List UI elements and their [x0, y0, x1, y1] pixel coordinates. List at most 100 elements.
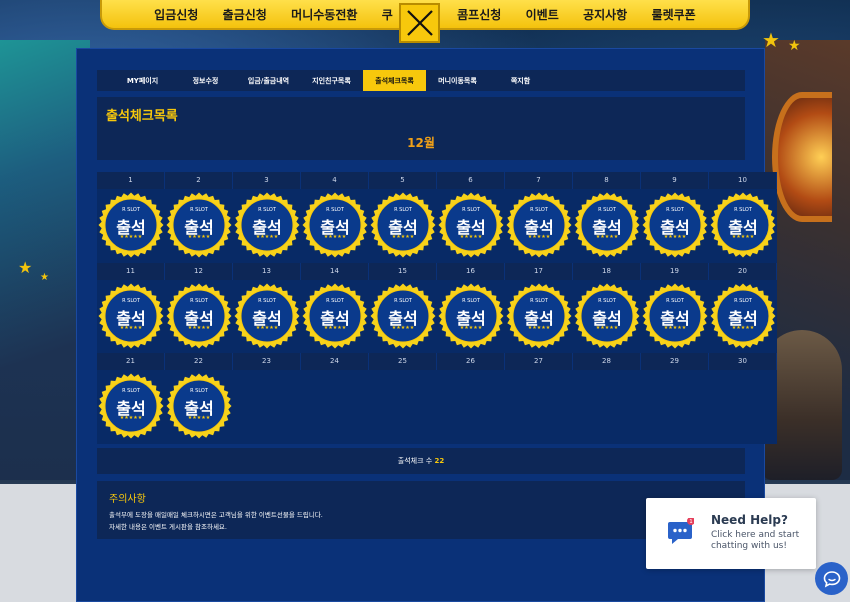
attendance-count-value: 22 [434, 457, 445, 465]
attendance-stamp: R SLOT 출석 ★★★★★ [506, 283, 572, 349]
nav-money-transfer[interactable]: 머니수동전환 [291, 6, 357, 23]
tab-money-move[interactable]: 머니이동목록 [426, 70, 489, 91]
attendance-stamp: R SLOT 출석 ★★★★★ [506, 192, 572, 258]
roulette-wheel-decoration [772, 92, 832, 222]
title-box: 출석체크목록 12월 [97, 97, 745, 160]
calendar-day: 30 [709, 353, 777, 444]
nav-coupon[interactable]: 쿠 [382, 6, 393, 23]
attendance-stamp: R SLOT 출석 ★★★★★ [166, 283, 232, 349]
calendar-day: 23 [233, 353, 301, 444]
calendar-day-number: 24 [301, 353, 369, 370]
stamp-stars: ★★★★★ [391, 324, 415, 331]
star-icon: ★ [18, 258, 33, 277]
calendar-day-number: 30 [709, 353, 777, 370]
stamp-brand: R SLOT [530, 297, 548, 304]
calendar-day-cell [505, 370, 573, 444]
attendance-stamp: R SLOT 출석 ★★★★★ [642, 283, 708, 349]
help-badge-count: 1 [689, 519, 693, 525]
calendar-day-number: 10 [709, 172, 777, 189]
calendar-day-cell [301, 370, 369, 444]
nav-notice[interactable]: 공지사항 [583, 6, 627, 23]
stamp-brand: R SLOT [734, 207, 752, 213]
notice-line: 자세한 내용은 이벤트 게시판을 참조하세요. [109, 523, 227, 531]
stamp-stars: ★★★★★ [187, 234, 211, 240]
calendar-day-number: 25 [369, 353, 437, 370]
calendar-day-number: 11 [97, 262, 165, 280]
calendar-day: 7 R SLOT 출석 ★★★★★ [505, 172, 573, 263]
attendance-stamp: R SLOT 출석 ★★★★★ [642, 192, 708, 258]
page-title: 출석체크목록 [106, 109, 178, 124]
attendance-count-bar: 출석체크 수 22 [97, 448, 745, 474]
stamp-stars: ★★★★★ [527, 324, 551, 331]
nav-roulette-coupon[interactable]: 룰렛쿠폰 [652, 6, 696, 23]
calendar-day: 4 R SLOT 출석 ★★★★★ [301, 172, 369, 263]
calendar-day-number: 21 [97, 353, 165, 370]
attendance-stamp: R SLOT 출석 ★★★★★ [98, 283, 164, 349]
stamp-brand: R SLOT [190, 207, 208, 213]
calendar-day: 10 R SLOT 출석 ★★★★★ [709, 172, 777, 263]
calendar-day-number: 22 [165, 353, 233, 370]
tab-messages[interactable]: 쪽지함 [489, 70, 552, 91]
stamp-stars: ★★★★★ [119, 324, 143, 331]
calendar-day-cell [573, 370, 641, 444]
stamp-brand: R SLOT [598, 207, 616, 213]
close-button[interactable] [399, 3, 440, 43]
stamp-stars: ★★★★★ [323, 324, 347, 331]
tab-attendance[interactable]: 출석체크목록 [363, 70, 426, 91]
calendar-day: 27 [505, 353, 573, 444]
nav-event[interactable]: 이벤트 [526, 6, 559, 23]
stamp-brand: R SLOT [530, 207, 548, 213]
stamp-brand: R SLOT [258, 207, 276, 213]
calendar-day-number: 27 [505, 353, 573, 370]
calendar-day: 2 R SLOT 출석 ★★★★★ [165, 172, 233, 263]
calendar-day-number: 3 [233, 172, 301, 189]
stamp-stars: ★★★★★ [459, 234, 483, 240]
stamp-stars: ★★★★★ [187, 415, 211, 421]
tab-edit-info[interactable]: 정보수정 [174, 70, 237, 91]
nav-comp[interactable]: 콤프신청 [457, 6, 501, 23]
close-icon [406, 10, 433, 36]
stamp-stars: ★★★★★ [595, 324, 619, 331]
calendar-day: 22 R SLOT 출석 ★★★★★ [165, 353, 233, 444]
help-subtitle: Click here and start chatting with us! [711, 530, 800, 551]
tab-mypage[interactable]: MY페이지 [111, 70, 174, 91]
stamp-stars: ★★★★★ [119, 415, 143, 421]
nav-withdraw[interactable]: 출금신청 [223, 6, 267, 23]
stamp-stars: ★★★★★ [119, 234, 143, 240]
help-widget[interactable]: 1 Need Help? Click here and start chatti… [646, 498, 816, 569]
tab-transactions[interactable]: 입금/출금내역 [237, 70, 300, 91]
stamp-brand: R SLOT [598, 297, 616, 304]
notice-line: 출석부에 도장을 매일매일 체크하시면은 고객님을 위한 이벤트선물을 드립니다… [109, 511, 323, 519]
calendar-day-cell [369, 370, 437, 444]
calendar-day-number: 12 [165, 262, 233, 280]
nav-deposit[interactable]: 입금신청 [154, 6, 198, 23]
stamp-brand: R SLOT [666, 297, 684, 304]
calendar-day-cell [641, 370, 709, 444]
calendar-day-number: 19 [641, 262, 709, 280]
calendar-day: 29 [641, 353, 709, 444]
stamp-brand: R SLOT [258, 297, 276, 304]
calendar-day-number: 16 [437, 262, 505, 280]
calendar-day: 1 R SLOT 출석 ★★★★★ [97, 172, 165, 263]
calendar-day-number: 13 [233, 262, 301, 280]
calendar-day: 26 [437, 353, 505, 444]
attendance-stamp: R SLOT 출석 ★★★★★ [234, 283, 300, 349]
stamp-brand: R SLOT [190, 297, 208, 304]
tab-friends[interactable]: 지인친구목록 [300, 70, 363, 91]
attendance-stamp: R SLOT 출석 ★★★★★ [302, 283, 368, 349]
calendar-day-number: 18 [573, 262, 641, 280]
attendance-count-label: 출석체크 수 [397, 457, 433, 465]
calendar-day-number: 4 [301, 172, 369, 189]
star-icon: ★ [788, 38, 801, 54]
chat-launcher-button[interactable] [815, 562, 848, 595]
stamp-stars: ★★★★★ [187, 324, 211, 331]
calendar-day: 14 R SLOT 출석 ★★★★★ [301, 262, 369, 353]
calendar-day-number: 14 [301, 262, 369, 280]
chat-icon [823, 570, 840, 588]
calendar-day-number: 28 [573, 353, 641, 370]
calendar-day: 18 R SLOT 출석 ★★★★★ [573, 262, 641, 353]
calendar-day-number: 5 [369, 172, 437, 189]
calendar-day: 24 [301, 353, 369, 444]
calendar-day-number: 15 [369, 262, 437, 280]
month-label: 12월 [407, 136, 435, 150]
